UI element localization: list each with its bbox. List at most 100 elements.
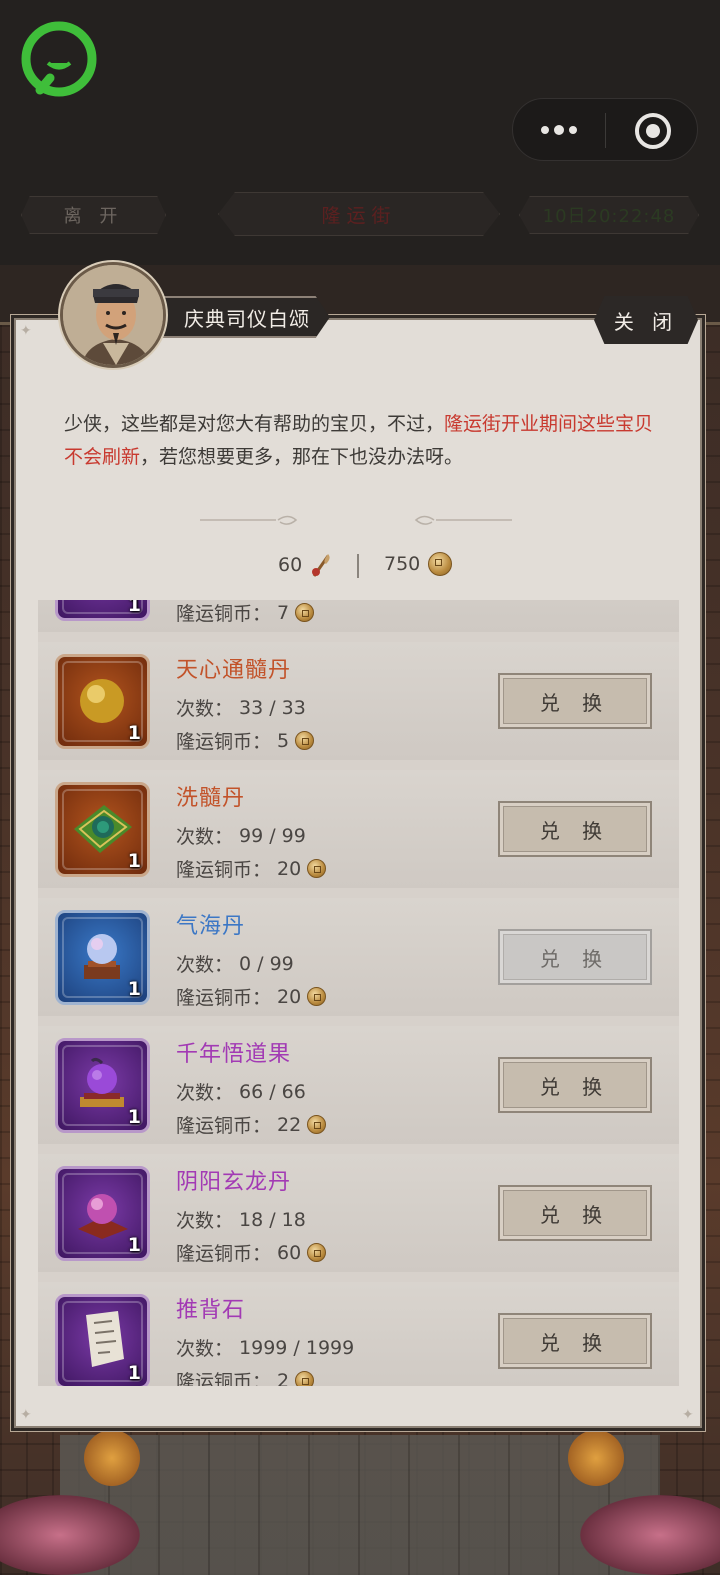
exchange-button[interactable]: 兑 换 [498,673,652,729]
purple-fruit-icon [80,1057,124,1107]
cost-label: 隆运铜币： [176,1371,272,1386]
item-cost: 隆运铜币： 2 [176,1367,315,1386]
feather-balance: 60 [278,552,332,578]
copper-coin-icon [295,1371,315,1386]
list-item: 1 天心通髓丹 次数： 33 / 33 隆运铜币： 5 兑 换 [38,642,679,760]
lantern-right [568,1430,624,1486]
list-item: 1 气海丹 次数： 0 / 99 隆运铜币： 20 兑 换 [38,898,679,1016]
copper-coin-icon [307,1115,327,1134]
corner-ornament: ✦ [682,1407,694,1423]
item-icon-frame: 1 [55,1038,150,1133]
npc-name-plate: 庆典司仪白颂 [150,296,330,338]
cost-label: 隆运铜币： [176,603,272,625]
copper-coin-icon [295,603,315,622]
item-count: 次数： 33 / 33 [176,694,306,721]
copper-coin-icon [428,552,453,576]
count-label: 次数： [176,1210,234,1232]
list-item: 1 隆运铜币： 7 [38,600,679,632]
leave-button[interactable]: 离 开 [21,196,166,234]
item-count: 次数： 0 / 99 [176,950,294,977]
item-quantity: 1 [127,722,141,744]
exchange-button[interactable]: 兑 换 [498,801,652,857]
exchange-button-disabled[interactable]: 兑 换 [498,929,652,985]
item-quantity: 1 [127,978,141,1000]
list-item: 1 洗髓丹 次数： 99 / 99 隆运铜币： 20 兑 换 [38,770,679,888]
copper-coin-icon [307,859,327,878]
cost-value: 60 [277,1241,302,1264]
count-label: 次数： [176,954,234,976]
feather-scroll-icon [312,554,330,577]
copper-coin-icon [307,987,327,1006]
item-list-viewport[interactable]: 1 隆运铜币： 7 1 天心通髓丹 次数： 33 / 33 隆运铜币： 5 兑 换 [38,600,679,1386]
more-options-icon[interactable] [539,120,579,140]
list-item: 1 阴阳玄龙丹 次数： 18 / 18 隆运铜币： 60 兑 换 [38,1154,679,1272]
cost-value: 22 [277,1113,302,1136]
list-item: 1 推背石 次数： 1999 / 1999 隆运铜币： 2 兑 换 [38,1282,679,1386]
currency-bar: 60 750 [0,552,720,582]
crystal-orb-icon [84,934,120,979]
item-icon-frame: 1 [55,782,150,877]
coin-count: 750 [384,553,421,575]
cost-value: 20 [277,985,302,1008]
lantern-left [84,1430,140,1486]
item-name: 天心通髓丹 [176,658,292,683]
copper-coin-icon [295,731,315,750]
item-name: 气海丹 [176,914,246,939]
item-cost: 隆运铜币： 7 [176,600,315,626]
count-value: 0 / 99 [239,952,294,975]
npc-dialog-text: 少侠，这些都是对您大有帮助的宝贝，不过，隆运街开业期间这些宝贝不会刷新，若您想要… [64,408,660,474]
event-clock: 10日20:22:48 [519,196,699,234]
feather-count: 60 [278,554,303,576]
item-name: 阴阳玄龙丹 [176,1170,292,1195]
item-count: 次数： 18 / 18 [176,1206,306,1233]
cost-label: 隆运铜币： [176,1115,272,1137]
exchange-button[interactable]: 兑 换 [498,1185,652,1241]
count-label: 次数： [176,698,234,720]
partial-item-icon [70,600,135,604]
item-name: 推背石 [176,1298,246,1323]
cost-label: 隆运铜币： [176,859,272,881]
count-value: 99 / 99 [239,824,306,847]
inscribed-stone-icon [86,1311,124,1367]
item-cost: 隆运铜币： 20 [176,855,327,882]
violet-orb-icon [78,1194,128,1239]
copper-coin-icon [307,1243,327,1262]
item-cost: 隆运铜币： 22 [176,1111,327,1138]
npc-avatar [60,262,166,368]
golden-pill-icon [80,679,124,723]
top-bar: 离 开 隆运街 10日20:22:48 [0,0,720,265]
count-label: 次数： [176,1082,234,1104]
item-cost: 隆运铜币： 20 [176,983,327,1010]
count-label: 次数： [176,1338,234,1360]
item-icon-frame: 1 [55,910,150,1005]
item-list: 1 隆运铜币： 7 1 天心通髓丹 次数： 33 / 33 隆运铜币： 5 兑 换 [38,600,679,1386]
cost-value: 7 [277,601,290,624]
exchange-button[interactable]: 兑 换 [498,1057,652,1113]
close-mini-program-icon[interactable] [633,111,673,151]
chat-app-logo-icon[interactable] [20,20,98,98]
cost-label: 隆运铜币： [176,1243,272,1265]
item-quantity: 1 [127,1106,141,1128]
street-title: 隆运街 [218,192,500,236]
count-value: 33 / 33 [239,696,306,719]
close-button[interactable]: 关 闭 [594,296,698,344]
count-value: 18 / 18 [239,1208,306,1231]
item-cost: 隆运铜币： 5 [176,727,315,754]
list-item: 1 千年悟道果 次数： 66 / 66 隆运铜币： 22 兑 换 [38,1026,679,1144]
item-icon-frame: 1 [55,1294,150,1386]
item-icon-frame: 1 [55,1166,150,1261]
item-cost: 隆运铜币： 60 [176,1239,327,1266]
corner-ornament: ✦ [20,323,32,339]
cost-value: 5 [277,729,290,752]
cost-label: 隆运铜币： [176,731,272,753]
dialog-text-part1: 少侠，这些都是对您大有帮助的宝贝，不过， [64,413,445,435]
item-quantity: 1 [127,1362,141,1384]
item-count: 次数： 66 / 66 [176,1078,306,1105]
count-label: 次数： [176,826,234,848]
item-icon-frame: 1 [55,600,150,621]
item-quantity: 1 [127,850,141,872]
jade-pill-on-cloth-icon [74,805,132,853]
exchange-button[interactable]: 兑 换 [498,1313,652,1369]
item-quantity: 1 [127,1234,141,1256]
item-name: 洗髓丹 [176,786,246,811]
